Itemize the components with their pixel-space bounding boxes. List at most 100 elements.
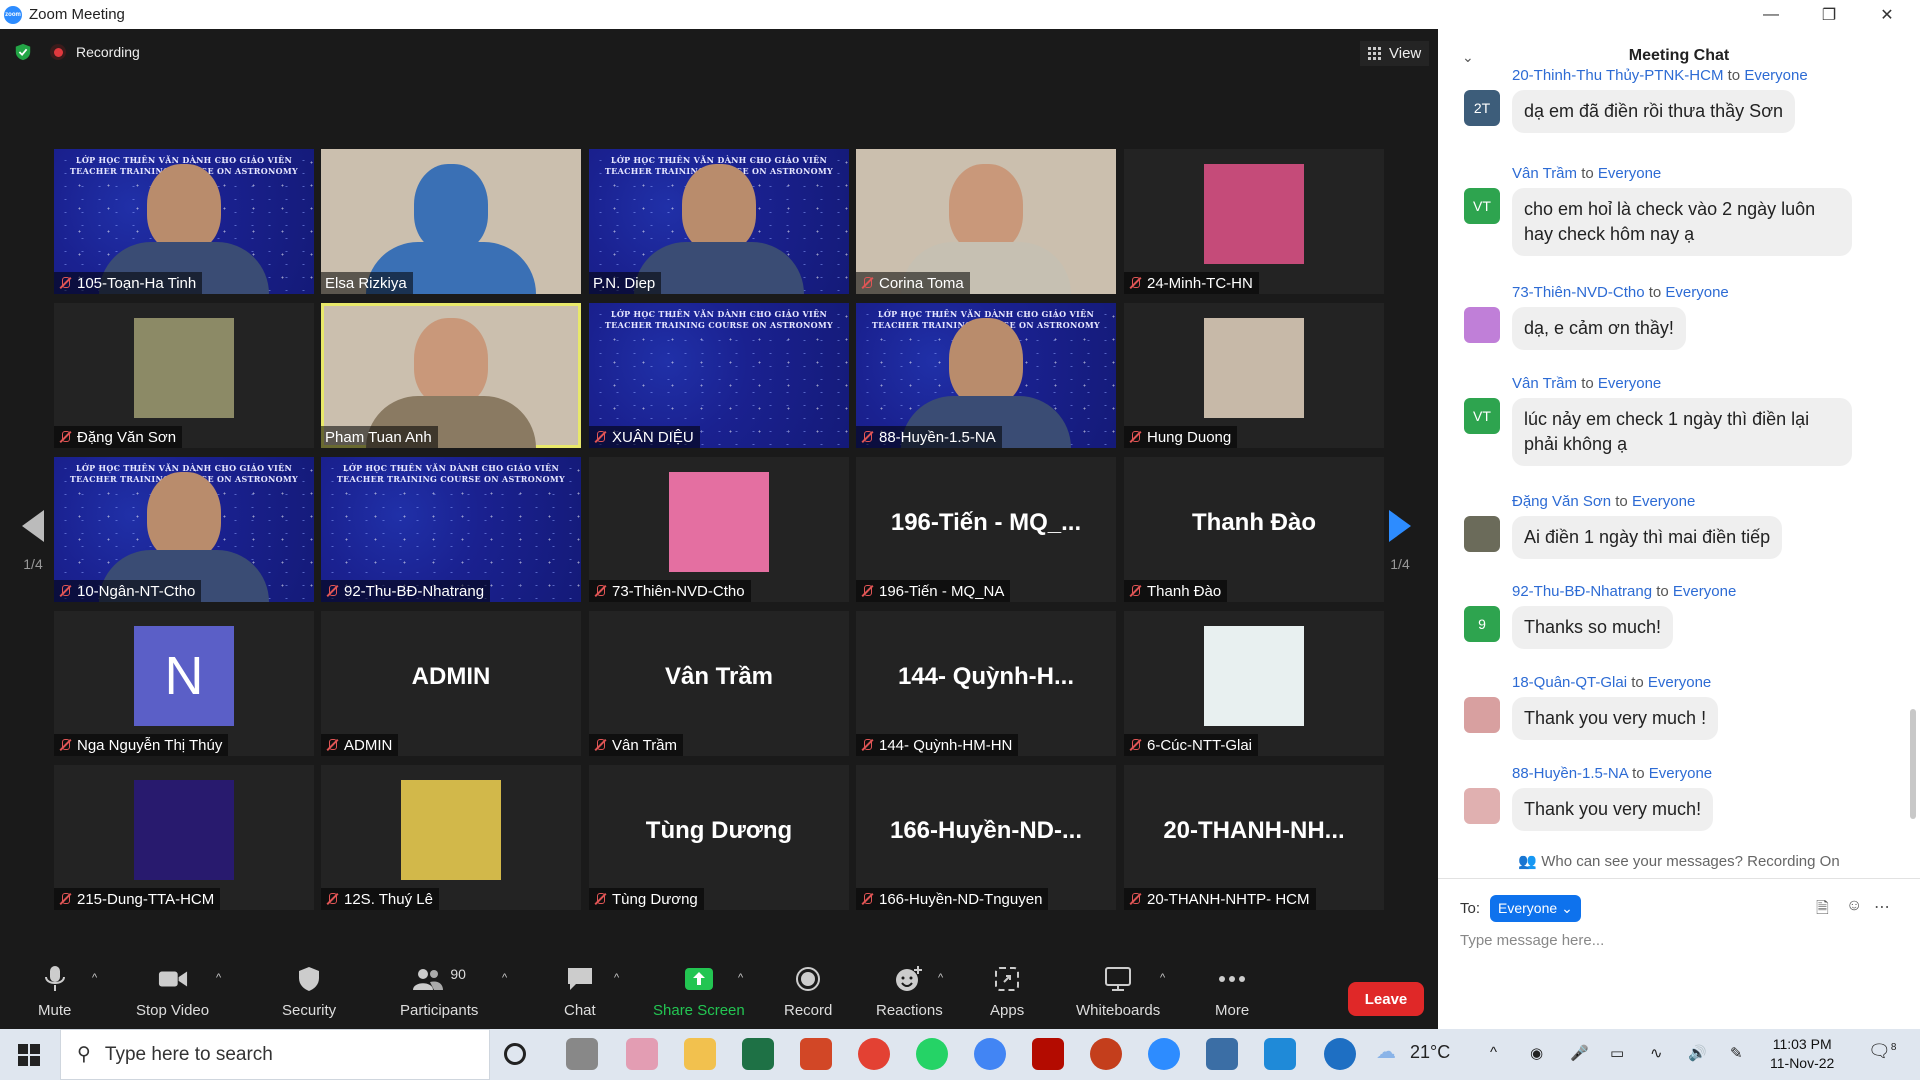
participants-options-caret[interactable]: ^ xyxy=(502,972,507,984)
message-sender[interactable]: 88-Huyền-1.5-NA xyxy=(1512,765,1628,782)
participant-tile[interactable]: 6-Cúc-NTT-Glai xyxy=(1124,611,1384,756)
participant-tile[interactable]: 24-Minh-TC-HN xyxy=(1124,149,1384,294)
emoji-icon[interactable]: ☺ xyxy=(1846,897,1862,915)
wifi-icon[interactable]: ∿ xyxy=(1650,1044,1663,1062)
task-view-icon[interactable] xyxy=(566,1038,598,1070)
excel-icon[interactable] xyxy=(742,1038,774,1070)
tray-app-icon[interactable]: ◉ xyxy=(1530,1044,1543,1062)
media-player-icon[interactable] xyxy=(1264,1038,1296,1070)
message-sender[interactable]: Vân Trầm xyxy=(1512,375,1577,392)
chat-scrollbar[interactable] xyxy=(1910,709,1916,819)
more-button[interactable]: More xyxy=(1215,964,1249,1019)
weather-cloud-icon[interactable]: ☁ xyxy=(1376,1039,1396,1064)
participant-tile[interactable]: 166-Huyền-ND-... 166-Huyền-ND-Tnguyen xyxy=(856,765,1116,910)
next-page-icon[interactable] xyxy=(1389,510,1411,542)
security-button[interactable]: Security xyxy=(282,964,336,1019)
participant-tile[interactable]: Elsa Rizkiya xyxy=(321,149,581,294)
photos-icon[interactable] xyxy=(1206,1038,1238,1070)
encryption-shield-icon[interactable] xyxy=(14,43,32,61)
participant-tile[interactable]: LỚP HỌC THIÊN VĂN DÀNH CHO GIÁO VIÊN TEA… xyxy=(54,457,314,602)
taskbar-search-box[interactable]: ⚲ Type here to search xyxy=(60,1029,490,1080)
record-button[interactable]: Record xyxy=(784,964,832,1019)
participant-tile[interactable]: Tùng Dương Tùng Dương xyxy=(589,765,849,910)
chat-button[interactable]: Chat xyxy=(564,964,596,1019)
chrome-profile-icon[interactable] xyxy=(974,1038,1006,1070)
leave-button[interactable]: Leave xyxy=(1348,982,1424,1016)
participant-tile[interactable]: LỚP HỌC THIÊN VĂN DÀNH CHO GIÁO VIÊN TEA… xyxy=(321,457,581,602)
pen-icon[interactable]: ✎ xyxy=(1730,1044,1743,1062)
participant-tile[interactable]: Thanh Đào Thanh Đào xyxy=(1124,457,1384,602)
tray-microphone-icon[interactable]: 🎤 xyxy=(1570,1044,1589,1062)
prev-page-pager[interactable]: 1/4 xyxy=(22,510,44,572)
participant-tile[interactable]: 12S. Thuý Lê xyxy=(321,765,581,910)
notifications-icon[interactable]: 🗨8 xyxy=(1868,1041,1896,1062)
show-hidden-icons-chevron[interactable]: ^ xyxy=(1490,1044,1497,1061)
message-sender[interactable]: 18-Quân-QT-Glai xyxy=(1512,674,1627,691)
message-sender[interactable]: 92-Thu-BĐ-Nhatrang xyxy=(1512,583,1652,600)
participant-tile[interactable]: ADMIN ADMIN xyxy=(321,611,581,756)
view-button[interactable]: View xyxy=(1360,41,1430,66)
battery-icon[interactable]: ▭ xyxy=(1610,1044,1624,1062)
next-page-pager[interactable]: 1/4 xyxy=(1389,510,1411,572)
apps-button[interactable]: Apps xyxy=(990,964,1024,1019)
more-options-icon[interactable]: ⋯ xyxy=(1874,897,1890,917)
zoom-taskbar-icon[interactable] xyxy=(1148,1038,1180,1070)
participant-tile[interactable]: Đặng Văn Sơn xyxy=(54,303,314,448)
mute-options-caret[interactable]: ^ xyxy=(92,972,97,984)
recording-indicator[interactable]: Recording xyxy=(50,44,140,60)
app-icon-1[interactable] xyxy=(626,1038,658,1070)
book-app-icon[interactable] xyxy=(800,1038,832,1070)
share-screen-button[interactable]: Share Screen xyxy=(653,964,745,1019)
participant-tile[interactable]: Pham Tuan Anh xyxy=(321,303,581,448)
message-sender[interactable]: 20-Thinh-Thu Thủy-PTNK-HCM xyxy=(1512,67,1723,84)
mute-button[interactable]: Mute xyxy=(38,964,71,1019)
prev-page-icon[interactable] xyxy=(22,510,44,542)
participant-tile[interactable]: 144- Quỳnh-H... 144- Quỳnh-HM-HN xyxy=(856,611,1116,756)
powerpoint-icon[interactable] xyxy=(1090,1038,1122,1070)
participant-tile[interactable]: LỚP HỌC THIÊN VĂN DÀNH CHO GIÁO VIÊN TEA… xyxy=(589,149,849,294)
participant-tile[interactable]: N Nga Nguyễn Thị Thúy xyxy=(54,611,314,756)
stop-video-button[interactable]: Stop Video xyxy=(136,964,209,1019)
message-sender[interactable]: Vân Trầm xyxy=(1512,165,1577,182)
participant-nameplate: 92-Thu-BĐ-Nhatrang xyxy=(321,580,491,602)
minimize-button[interactable]: — xyxy=(1742,0,1800,29)
message-input[interactable]: Type message here... xyxy=(1460,932,1604,949)
participant-tile[interactable]: 215-Dung-TTA-HCM xyxy=(54,765,314,910)
whiteboards-button[interactable]: Whiteboards xyxy=(1076,964,1160,1019)
system-clock[interactable]: 11:03 PM 11-Nov-22 xyxy=(1770,1035,1834,1073)
message-sender[interactable]: Đặng Văn Sơn xyxy=(1512,493,1611,510)
reactions-button[interactable]: Reactions xyxy=(876,964,943,1019)
participant-tile[interactable]: 20-THANH-NH... 20-THANH-NHTP- HCM xyxy=(1124,765,1384,910)
record-label: Record xyxy=(784,1002,833,1019)
whiteboards-options-caret[interactable]: ^ xyxy=(1160,972,1165,984)
participant-tile[interactable]: 196-Tiến - MQ_... 196-Tiến - MQ_NA xyxy=(856,457,1116,602)
volume-icon[interactable]: 🔊 xyxy=(1688,1044,1707,1062)
participants-button[interactable]: 90 Participants xyxy=(400,964,478,1019)
participant-tile[interactable]: Hung Duong xyxy=(1124,303,1384,448)
participant-tile[interactable]: 73-Thiên-NVD-Ctho xyxy=(589,457,849,602)
task-view-cortana-icon[interactable] xyxy=(504,1043,526,1065)
message-recipient: Everyone xyxy=(1648,765,1713,782)
participant-tile[interactable]: LỚP HỌC THIÊN VĂN DÀNH CHO GIÁO VIÊN TEA… xyxy=(589,303,849,448)
reactions-options-caret[interactable]: ^ xyxy=(938,972,943,984)
share-options-caret[interactable]: ^ xyxy=(738,972,743,984)
acrobat-icon[interactable] xyxy=(1032,1038,1064,1070)
restore-button[interactable]: ❐ xyxy=(1800,0,1858,29)
windows-start-icon[interactable] xyxy=(18,1044,40,1071)
recipient-dropdown[interactable]: Everyone ⌄ xyxy=(1490,895,1581,922)
chrome-icon[interactable] xyxy=(858,1038,890,1070)
chat-options-caret[interactable]: ^ xyxy=(614,972,619,984)
help-icon[interactable] xyxy=(1324,1038,1356,1070)
file-explorer-icon[interactable] xyxy=(684,1038,716,1070)
participant-tile[interactable]: LỚP HỌC THIÊN VĂN DÀNH CHO GIÁO VIÊN TEA… xyxy=(54,149,314,294)
participant-tile[interactable]: Vân Trầm Vân Trầm xyxy=(589,611,849,756)
message-sender[interactable]: 73-Thiên-NVD-Ctho xyxy=(1512,284,1645,301)
file-icon[interactable]: 🗎 xyxy=(1816,897,1829,924)
weather-temp[interactable]: 21°C xyxy=(1410,1042,1450,1063)
participant-tile[interactable]: LỚP HỌC THIÊN VĂN DÀNH CHO GIÁO VIÊN TEA… xyxy=(856,303,1116,448)
video-options-caret[interactable]: ^ xyxy=(216,972,221,984)
participant-tile[interactable]: Corina Toma xyxy=(856,149,1116,294)
whatsapp-icon[interactable] xyxy=(916,1038,948,1070)
close-button[interactable]: ✕ xyxy=(1858,0,1916,29)
who-can-see-notice[interactable]: 👥 Who can see your messages? Recording O… xyxy=(1438,852,1920,870)
